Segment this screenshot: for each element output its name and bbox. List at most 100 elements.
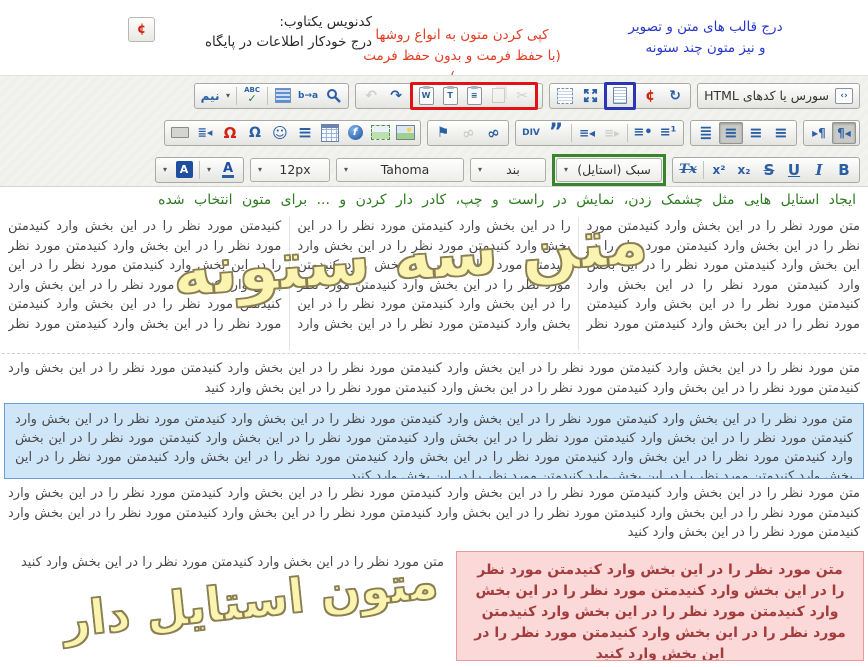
paragraph-2[interactable]: متن مورد نظر را در این بخش وارد کنیدمتن … bbox=[8, 484, 860, 543]
chevron-down-icon: ▾ bbox=[163, 166, 167, 174]
image-map-button[interactable] bbox=[368, 122, 392, 144]
paste-as-text-button[interactable]: T bbox=[438, 85, 462, 107]
codenvis-button[interactable]: ¢ bbox=[128, 17, 155, 42]
anchor-button[interactable]: ⚑ bbox=[431, 122, 455, 144]
pink-styled-box[interactable]: متن مورد نظر را در این بخش وارد کنیدمتن … bbox=[456, 551, 864, 661]
numbered-list-button[interactable]: ≡¹ bbox=[656, 122, 680, 144]
styles-select[interactable]: ▾ سبک (استایل) bbox=[556, 158, 662, 182]
paragraph-format-value: بند bbox=[488, 162, 538, 177]
div-container-button[interactable]: DIV bbox=[519, 122, 543, 144]
link-icon: ∞ bbox=[484, 122, 502, 143]
paste-from-word-button[interactable]: W bbox=[414, 85, 438, 107]
select-all-button[interactable] bbox=[553, 85, 577, 107]
paste-text-icon: T bbox=[443, 87, 458, 105]
select-text-block-button[interactable] bbox=[271, 85, 295, 107]
table-button[interactable] bbox=[318, 122, 342, 144]
underline-button[interactable]: U bbox=[782, 159, 806, 181]
separator bbox=[267, 87, 268, 105]
copy-button[interactable] bbox=[486, 85, 510, 107]
remove-format-button[interactable]: Tx bbox=[676, 159, 700, 181]
codenvis-icon: ¢ bbox=[645, 88, 655, 104]
bulleted-list-button[interactable]: ≡• bbox=[631, 122, 655, 144]
paragraph-ltr-button[interactable]: ▸¶ bbox=[807, 122, 831, 144]
half-space-menu-button[interactable]: ▾ bbox=[223, 85, 233, 107]
hidden-field-button[interactable] bbox=[168, 122, 192, 144]
increase-indent-button[interactable]: ≡▸ bbox=[600, 122, 624, 144]
superscript-button[interactable]: x² bbox=[707, 159, 731, 181]
strikethrough-button[interactable]: S bbox=[757, 159, 781, 181]
subscript-button[interactable]: x₂ bbox=[732, 159, 756, 181]
text-color-icon: A bbox=[222, 162, 234, 178]
special-char-omega-icon: Ω bbox=[249, 125, 261, 141]
redo-button[interactable]: ↷ bbox=[384, 85, 408, 107]
paragraph-rtl-button[interactable]: ¶◂ bbox=[832, 122, 856, 144]
align-left-button[interactable]: ≡ bbox=[769, 122, 793, 144]
smiley-button[interactable]: ☺ bbox=[268, 122, 292, 144]
source-label: سورس یا کدهای HTML bbox=[704, 88, 829, 103]
copy-annotation-line1: کپی کردن متون به انواع روشها bbox=[352, 25, 572, 46]
background-color-button[interactable]: A bbox=[172, 159, 196, 181]
image-map-icon bbox=[371, 125, 390, 140]
find-replace-button[interactable]: b→a bbox=[296, 85, 320, 107]
select-all-icon bbox=[557, 88, 573, 104]
paragraph-format-select[interactable]: ▾ بند bbox=[470, 158, 546, 182]
background-color-icon: A bbox=[176, 161, 193, 178]
horizontal-rule-button[interactable]: ≡ bbox=[293, 122, 317, 144]
decrease-indent-button[interactable]: ≡◂ bbox=[575, 122, 599, 144]
flash-button[interactable]: f bbox=[343, 122, 367, 144]
search-button[interactable] bbox=[321, 85, 345, 107]
horizontal-rule-icon: ≡ bbox=[298, 123, 312, 143]
numbered-list-icon: ≡¹ bbox=[660, 125, 677, 140]
decrease-indent-icon: ≡◂ bbox=[579, 126, 595, 140]
source-code-icon: ‹› bbox=[835, 88, 853, 104]
source-button[interactable]: ‹› سورس یا کدهای HTML bbox=[697, 83, 860, 109]
separator bbox=[236, 87, 237, 105]
separator bbox=[199, 161, 200, 179]
font-size-value: 12px bbox=[268, 162, 322, 177]
unlink-button[interactable]: ∞ bbox=[456, 122, 480, 144]
half-space-button[interactable]: نیم bbox=[198, 85, 222, 107]
smiley-icon: ☺ bbox=[272, 124, 288, 142]
anchor-icon: ⚑ bbox=[437, 125, 450, 141]
justify-block-button[interactable]: ≣ bbox=[694, 122, 718, 144]
align-center-button[interactable]: ≡ bbox=[744, 122, 768, 144]
undo-button[interactable]: ↶ bbox=[359, 85, 383, 107]
maximize-button[interactable] bbox=[578, 85, 602, 107]
toolbar-row-2: ≣◂ Ω Ω ☺ ≡ f ⚑ ∞ ∞ DIV ” ≡◂ ≡▸ bbox=[0, 113, 868, 150]
chevron-down-icon: ▾ bbox=[258, 166, 262, 174]
paste-button[interactable]: ≡ bbox=[462, 85, 486, 107]
bold-icon: B bbox=[838, 161, 849, 179]
font-size-select[interactable]: ▾ 12px bbox=[250, 158, 330, 182]
text-color-button[interactable]: A bbox=[216, 159, 240, 181]
chevron-down-icon: ▾ bbox=[207, 166, 211, 174]
div-container-icon: DIV bbox=[522, 128, 540, 138]
font-family-select[interactable]: ▾ Tahoma bbox=[336, 158, 464, 182]
top-annotations: ¢ کدنویس یکتاوب: درج خودکار اطلاعات در پ… bbox=[0, 0, 868, 75]
codenvis-text: کدنویس یکتاوب: درج خودکار اطلاعات در پای… bbox=[162, 12, 372, 52]
special-character-button[interactable]: Ω bbox=[243, 122, 267, 144]
templates-button[interactable] bbox=[608, 85, 632, 107]
text-color-menu-button[interactable]: ▾ bbox=[203, 159, 215, 181]
paragraph-1[interactable]: متن مورد نظر را در این بخش وارد کنیدمتن … bbox=[8, 359, 860, 398]
blockquote-button[interactable]: ” bbox=[544, 122, 568, 144]
font-family-value: Tahoma bbox=[354, 162, 456, 177]
align-right-button[interactable]: ≡ bbox=[719, 122, 743, 144]
image-button[interactable] bbox=[393, 122, 417, 144]
spellcheck-button[interactable]: ABC ✓ bbox=[240, 85, 264, 107]
chevron-down-icon: ▾ bbox=[226, 92, 230, 100]
align-left-icon: ≡ bbox=[774, 123, 787, 142]
page-break-icon: ≣◂ bbox=[198, 126, 213, 139]
link-button[interactable]: ∞ bbox=[481, 122, 505, 144]
background-color-menu-button[interactable]: ▾ bbox=[159, 159, 171, 181]
italic-button[interactable]: I bbox=[807, 159, 831, 181]
templates-annotation: درج قالب های متن و تصویر و نیز متون چند … bbox=[588, 17, 823, 59]
symbols-button[interactable]: Ω bbox=[218, 122, 242, 144]
cut-button[interactable]: ✂ bbox=[510, 85, 534, 107]
bold-button[interactable]: B bbox=[832, 159, 856, 181]
page-break-button[interactable]: ≣◂ bbox=[193, 122, 217, 144]
group-language-tools: نیم ▾ ABC ✓ b→a bbox=[194, 83, 349, 109]
preview-button[interactable]: ↻ bbox=[663, 85, 687, 107]
codenvis-toolbar-button[interactable]: ¢ bbox=[638, 85, 662, 107]
blue-styled-box[interactable]: متن مورد نظر را در این بخش وارد کنیدمتن … bbox=[4, 403, 864, 479]
paste-icon: ≡ bbox=[467, 87, 482, 105]
